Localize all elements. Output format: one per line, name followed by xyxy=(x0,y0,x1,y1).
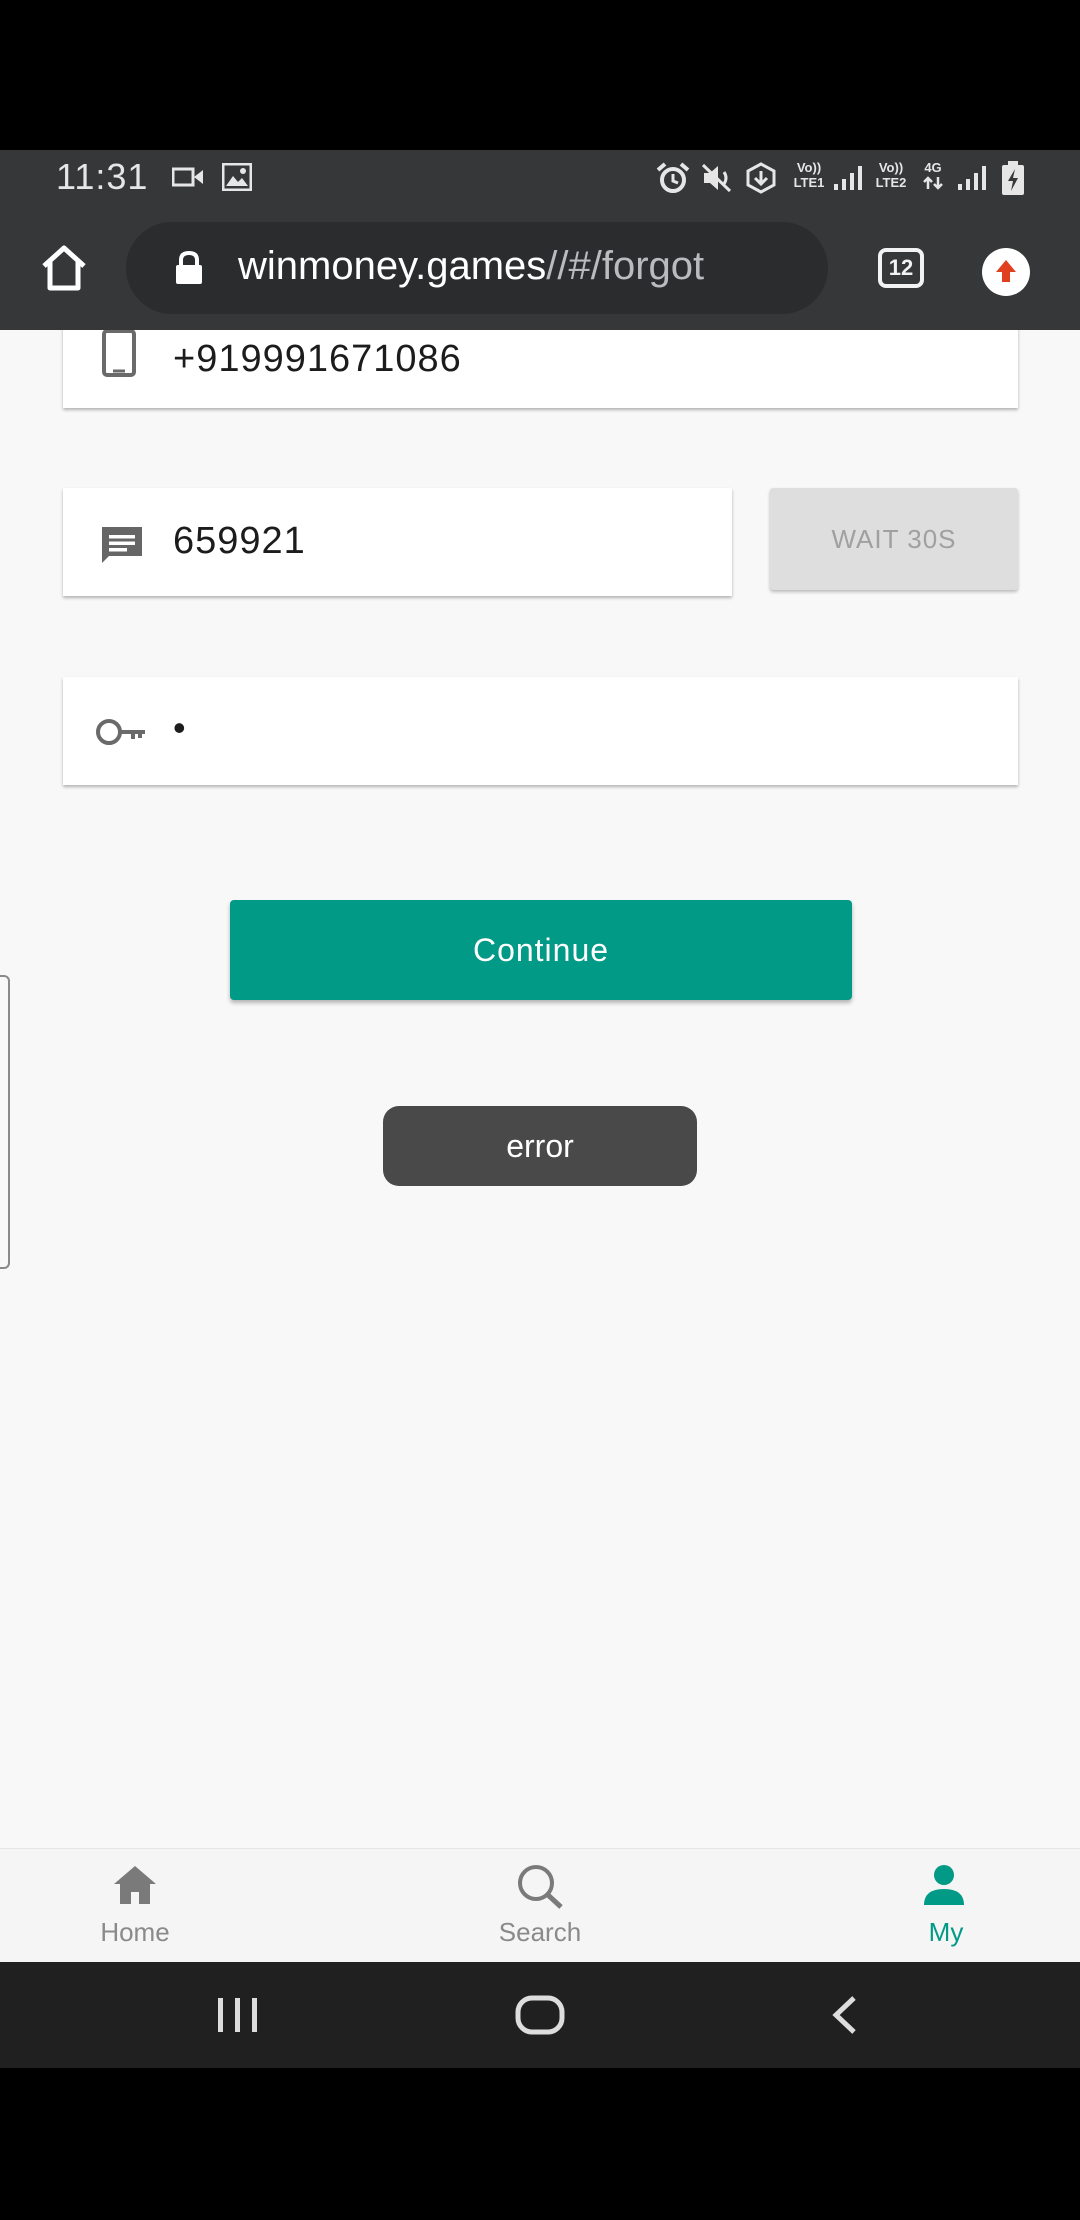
nav-item-home[interactable]: Home xyxy=(35,1849,235,1963)
tab-switcher-button[interactable]: 12 xyxy=(878,248,924,288)
phone-screen: 11:31 Vo)) LTE1 Vo)) LTE2 4G winmoney.ga… xyxy=(0,0,1080,2220)
home-icon xyxy=(114,1866,156,1904)
phone-value: +919991671086 xyxy=(173,338,462,380)
mute-icon xyxy=(700,162,734,199)
data-saver-icon xyxy=(746,162,776,199)
system-home-button[interactable] xyxy=(514,1980,566,2055)
phone-field[interactable]: +919991671086 xyxy=(63,330,1018,408)
alarm-icon xyxy=(656,162,690,199)
error-toast: error xyxy=(383,1106,697,1186)
up-arrow-icon xyxy=(996,260,1016,282)
resend-code-button[interactable]: WAIT 30S xyxy=(770,488,1018,590)
password-field[interactable]: • xyxy=(63,677,1018,785)
search-icon xyxy=(518,1865,563,1909)
nav-label-search: Search xyxy=(498,1917,582,1947)
home-outline-icon xyxy=(42,245,86,291)
recent-apps-button[interactable] xyxy=(214,1980,262,2055)
continue-button[interactable]: Continue xyxy=(230,900,852,1000)
person-icon xyxy=(924,1865,964,1905)
home-pill-icon xyxy=(515,1995,565,2035)
bottom-nav: Home Search My xyxy=(0,1848,1080,1962)
gallery-icon xyxy=(221,162,253,196)
side-panel-handle[interactable] xyxy=(0,975,10,1269)
signal-sim2-icon xyxy=(956,164,990,197)
nav-label-home: Home xyxy=(100,1917,170,1947)
otp-field[interactable]: 659921 xyxy=(63,488,732,596)
lte2-label: LTE2 xyxy=(875,175,907,190)
lte1-label: LTE1 xyxy=(793,175,825,190)
battery-charging-icon xyxy=(1000,160,1026,201)
volte1-label: Vo)) xyxy=(796,160,822,175)
message-icon xyxy=(99,524,145,571)
status-time: 11:31 xyxy=(56,156,149,197)
browser-toolbar: winmoney.games//#/forgot 12 xyxy=(0,204,1080,330)
volte2-label: Vo)) xyxy=(878,160,904,175)
url-text: winmoney.games//#/forgot xyxy=(238,244,704,289)
url-path: //#/forgot xyxy=(546,244,705,288)
nav-item-my[interactable]: My xyxy=(846,1849,1046,1963)
forgot-password-page: +919991671086 659921 WAIT 30S • Continue… xyxy=(0,330,1080,1848)
system-back-button[interactable] xyxy=(824,1980,864,2055)
browser-home-button[interactable] xyxy=(36,240,92,296)
nav-item-search[interactable]: Search xyxy=(440,1849,640,1963)
signal-sim1-icon xyxy=(832,164,866,197)
system-nav-bar xyxy=(0,1962,1080,2068)
key-icon xyxy=(95,717,147,752)
password-value: • xyxy=(173,707,187,748)
smartphone-icon xyxy=(101,330,137,383)
address-bar[interactable]: winmoney.games//#/forgot xyxy=(126,222,828,314)
status-bar: 11:31 Vo)) LTE1 Vo)) LTE2 4G xyxy=(0,150,1080,204)
data-arrows-icon xyxy=(922,176,944,195)
nav-label-my: My xyxy=(928,1917,964,1947)
browser-update-button[interactable] xyxy=(982,248,1030,296)
otp-value: 659921 xyxy=(173,520,306,562)
url-domain: winmoney.games xyxy=(238,244,547,288)
network-type-label: 4G xyxy=(924,160,942,175)
back-chevron-icon xyxy=(832,1996,856,2034)
lock-icon xyxy=(174,250,204,291)
video-camera-icon xyxy=(171,166,204,193)
recent-apps-icon xyxy=(218,1998,257,2032)
